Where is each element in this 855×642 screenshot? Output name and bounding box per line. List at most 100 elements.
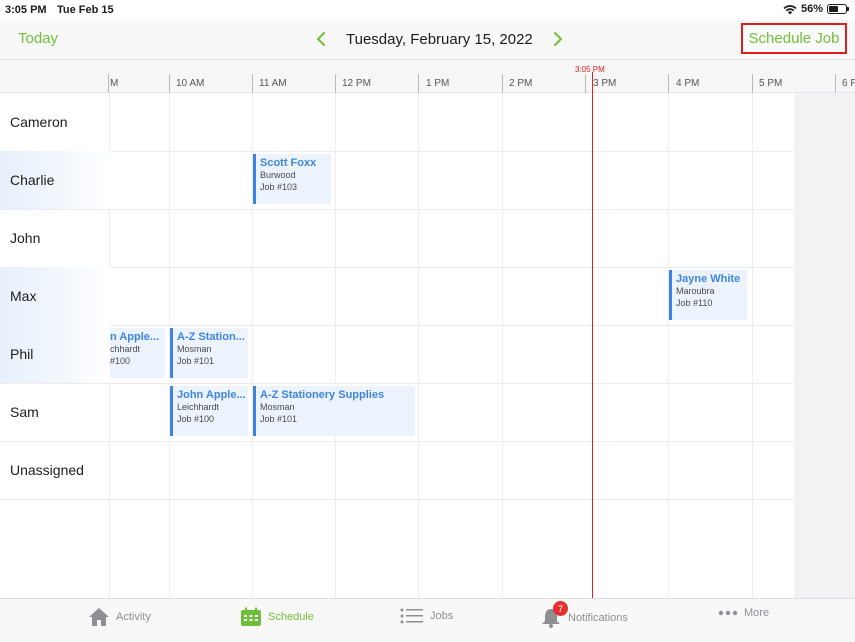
hour-gridline xyxy=(752,93,753,598)
status-date: Tue Feb 15 xyxy=(57,4,114,16)
tab-jobs[interactable]: Jobs xyxy=(400,607,453,625)
hour-label: 1 PM xyxy=(426,78,450,89)
staff-row-max[interactable]: Max xyxy=(0,267,110,325)
hour-label: 2 PM xyxy=(509,78,533,89)
schedule-grid[interactable]: M 10 AM 11 AM 12 PM 1 PM 2 PM 3 PM 4 PM … xyxy=(0,60,855,598)
staff-row-sam[interactable]: Sam xyxy=(0,383,110,441)
row-divider xyxy=(0,209,794,210)
today-button[interactable]: Today xyxy=(18,30,58,47)
row-divider xyxy=(0,325,794,326)
status-bar: 3:05 PM Tue Feb 15 56% xyxy=(0,0,855,20)
status-right: 56% xyxy=(783,3,849,15)
job-suburb: chhardt xyxy=(110,344,141,354)
staff-row-unassigned[interactable]: Unassigned xyxy=(0,441,110,499)
staff-row-charlie[interactable]: Charlie xyxy=(0,151,110,209)
hour-label: 4 PM xyxy=(676,78,700,89)
job-number: Job #103 xyxy=(260,182,298,192)
job-number: #100 xyxy=(110,356,131,366)
tab-more[interactable]: More xyxy=(718,607,769,619)
hour-gridline xyxy=(418,93,419,598)
hour-label: 11 AM xyxy=(259,78,287,89)
status-time: 3:05 PM xyxy=(5,4,47,16)
staff-row-phil[interactable]: Phil xyxy=(0,325,110,383)
tab-label: Notifications xyxy=(568,612,628,624)
hour-tick xyxy=(418,74,419,93)
staff-row-cameron[interactable]: Cameron xyxy=(0,93,110,151)
notifications-badge: 7 xyxy=(553,601,568,616)
job-card[interactable]: A-Z Station... Mosman Job #101 xyxy=(170,328,248,378)
date-navigator: Tuesday, February 15, 2022 xyxy=(310,28,569,50)
job-card[interactable]: Scott Foxx Burwood Job #103 xyxy=(253,154,331,204)
staff-name: John xyxy=(10,230,41,246)
job-number: Job #101 xyxy=(177,356,215,366)
tab-label: Schedule xyxy=(268,611,314,623)
staff-name: Max xyxy=(10,288,37,304)
hour-tick xyxy=(585,74,586,93)
hour-tick xyxy=(169,74,170,93)
hour-label: 6 P xyxy=(842,78,855,89)
job-title: Jayne White xyxy=(676,273,741,285)
more-icon xyxy=(718,610,738,616)
wifi-icon xyxy=(783,4,797,14)
job-number: Job #110 xyxy=(676,298,713,308)
current-time-label: 3:05 PM xyxy=(575,65,605,74)
job-title: A-Z Station... xyxy=(177,331,245,343)
hour-gridline xyxy=(668,93,669,598)
job-card[interactable]: Jayne White Maroubra Job #110 xyxy=(669,270,747,320)
staff-column: Cameron Charlie John Max Phil Sam Unassi… xyxy=(0,93,110,499)
row-divider xyxy=(0,499,794,500)
staff-row-john[interactable]: John xyxy=(0,209,110,267)
hour-tick xyxy=(668,74,669,93)
staff-name: Unassigned xyxy=(10,462,84,478)
row-divider xyxy=(0,151,794,152)
hour-tick xyxy=(502,74,503,93)
battery-icon xyxy=(827,4,849,14)
job-suburb: Leichhardt xyxy=(177,402,220,412)
hour-gridline xyxy=(335,93,336,598)
staff-name: Charlie xyxy=(10,172,55,188)
staff-name: Cameron xyxy=(10,114,68,130)
row-divider xyxy=(0,383,794,384)
job-number: Job #100 xyxy=(177,414,215,424)
hour-gridline xyxy=(502,93,503,598)
tab-activity[interactable]: Activity xyxy=(88,607,151,627)
next-day-button[interactable] xyxy=(547,28,569,50)
hour-label: 3 PM xyxy=(593,78,617,89)
tab-label: Jobs xyxy=(430,610,454,622)
staff-name: Sam xyxy=(10,404,39,420)
staff-name: Phil xyxy=(10,346,34,362)
tab-label: Activity xyxy=(116,611,151,623)
home-icon xyxy=(89,608,109,626)
hour-tick xyxy=(835,74,836,93)
hour-label: M xyxy=(110,78,119,89)
hour-label: 10 AM xyxy=(176,78,205,89)
schedule-job-button[interactable]: Schedule Job xyxy=(741,23,847,54)
list-icon xyxy=(400,608,423,624)
row-divider xyxy=(0,441,794,442)
job-title: Scott Foxx xyxy=(260,157,317,169)
previous-day-button[interactable] xyxy=(310,28,332,50)
job-title: John Apple... xyxy=(177,389,246,401)
after-hours-shade xyxy=(794,93,855,598)
chevron-left-icon xyxy=(316,32,325,46)
hour-tick xyxy=(252,74,253,93)
job-card[interactable]: John Apple... Leichhardt Job #100 xyxy=(170,386,248,436)
chevron-right-icon xyxy=(553,32,563,46)
hour-tick xyxy=(108,74,109,93)
job-suburb: Burwood xyxy=(260,170,296,180)
job-card[interactable]: A-Z Stationery Supplies Mosman Job #101 xyxy=(253,386,415,436)
calendar-icon xyxy=(241,607,261,626)
hour-tick xyxy=(335,74,336,93)
job-suburb: Mosman xyxy=(260,402,295,412)
tab-schedule[interactable]: Schedule xyxy=(240,607,314,627)
time-header: M 10 AM 11 AM 12 PM 1 PM 2 PM 3 PM 4 PM … xyxy=(0,60,855,93)
job-card[interactable]: n Apple... chhardt #100 xyxy=(110,328,165,378)
current-date-title: Tuesday, February 15, 2022 xyxy=(346,30,533,48)
job-number: Job #101 xyxy=(260,414,298,424)
tab-label: More xyxy=(744,607,770,619)
hour-label: 5 PM xyxy=(759,78,783,89)
hour-tick xyxy=(752,74,753,93)
row-divider xyxy=(0,267,794,268)
job-suburb: Maroubra xyxy=(676,286,715,296)
hour-label: 12 PM xyxy=(342,78,371,89)
